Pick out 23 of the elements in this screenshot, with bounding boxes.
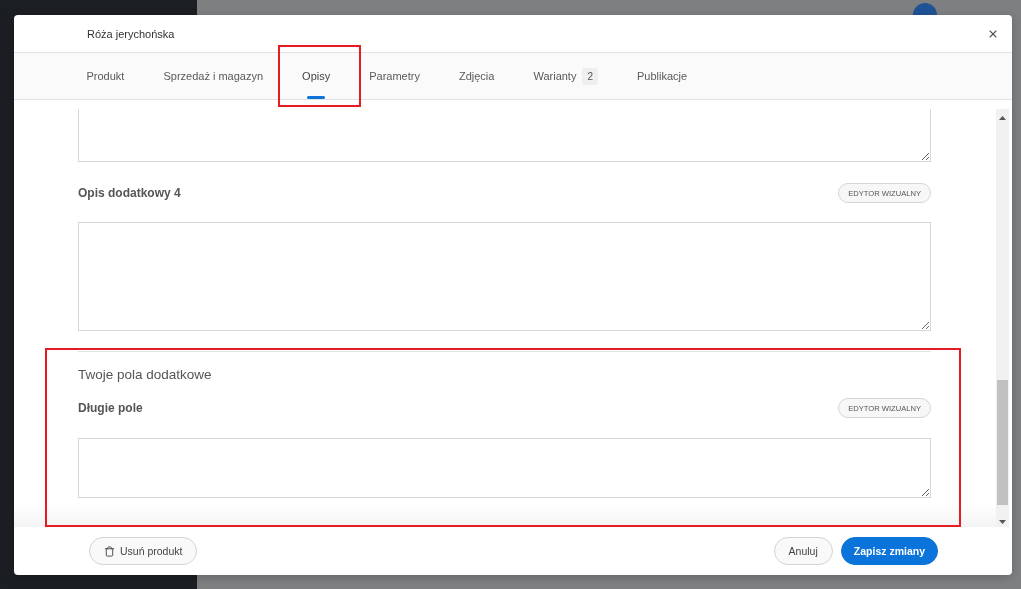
tab[interactable]: Publikacje	[617, 53, 707, 99]
dialog-title: Róża jerychońska	[87, 27, 175, 40]
tab[interactable]: Produkt	[67, 53, 144, 99]
field-label: Opis dodatkowy 4	[78, 186, 181, 200]
text-area[interactable]	[78, 438, 931, 498]
tab[interactable]: Zdjęcia	[439, 53, 514, 99]
tab[interactable]: Opisy	[282, 53, 350, 99]
avatar-icon	[913, 3, 937, 15]
caret-up-icon[interactable]	[999, 116, 1006, 120]
count-badge: 2	[582, 67, 598, 85]
tab[interactable]: Warianty 2	[513, 53, 618, 99]
caret-down-icon[interactable]	[999, 520, 1006, 524]
text-area[interactable]	[78, 222, 931, 331]
cancel-button[interactable]: Anuluj	[773, 537, 833, 565]
text-area[interactable]	[78, 109, 931, 162]
tab[interactable]: Parametry	[349, 53, 440, 99]
save-button[interactable]: Zapisz zmiany	[840, 537, 938, 565]
scrollbar-thumb[interactable]	[997, 380, 1008, 505]
scrollbar-track[interactable]	[996, 109, 1009, 527]
delete-button[interactable]: Usuń produkt	[89, 537, 198, 565]
trash-icon	[104, 545, 115, 557]
section-heading: Twoje pola dodatkowe	[78, 366, 213, 384]
field-label: Długie pole	[78, 401, 143, 415]
